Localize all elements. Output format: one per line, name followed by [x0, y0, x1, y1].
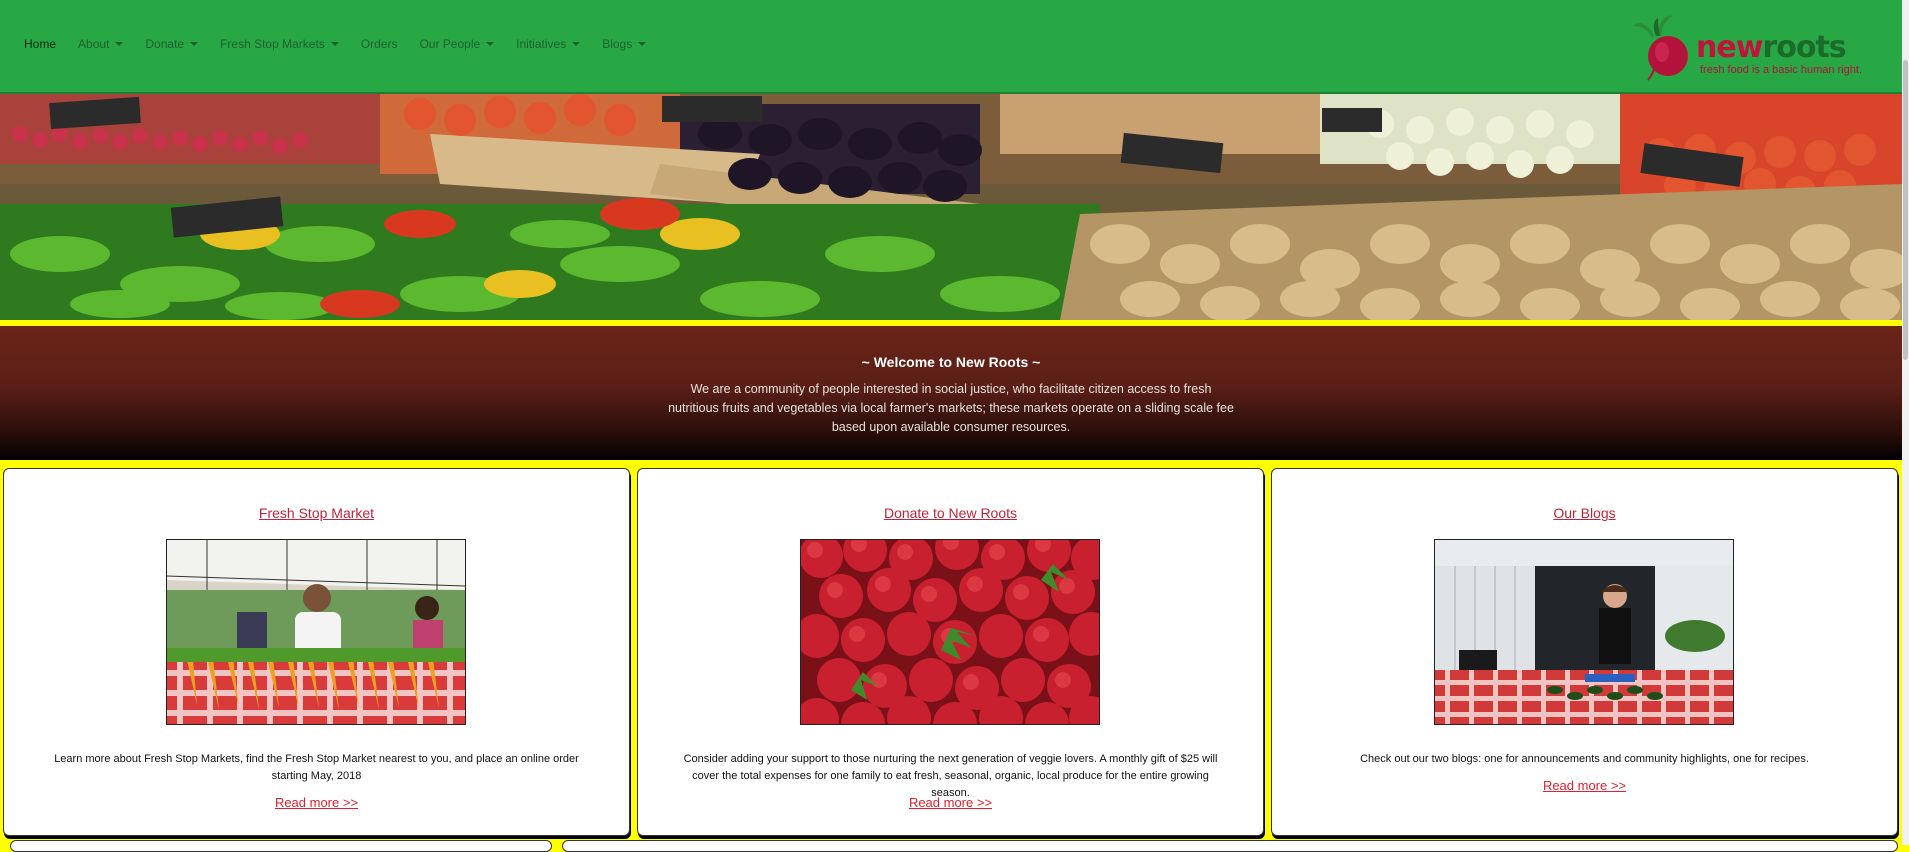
card-fresh-stop-market: Fresh Stop Market Learn more about Fresh… — [3, 468, 630, 836]
logo-tagline: fresh food is a basic human right. — [1700, 64, 1863, 76]
top-navbar: Home About Donate Fresh Stop Markets Ord… — [0, 0, 1909, 94]
nav-label: Fresh Stop Markets — [220, 37, 325, 51]
card-our-blogs: Our Blogs Check out our two blogs: one f… — [1271, 468, 1898, 836]
strawberries-photo — [800, 539, 1100, 725]
dropdown-caret-icon — [115, 42, 124, 46]
nav-label: About — [78, 37, 110, 51]
dropdown-caret-icon — [572, 42, 581, 46]
nav-label: Home — [24, 37, 57, 51]
nav-item-about[interactable]: About — [78, 37, 124, 51]
read-more-link[interactable]: Read more >> — [4, 795, 629, 810]
nav-menu: Home About Donate Fresh Stop Markets Ord… — [24, 37, 668, 51]
nav-label: Blogs — [602, 37, 633, 51]
logo-wordmark: newroots — [1696, 30, 1847, 65]
welcome-section: ~ Welcome to New Roots ~ We are a commun… — [0, 326, 1902, 460]
scrollbar-thumb[interactable] — [1903, 60, 1908, 360]
dropdown-caret-icon — [638, 42, 647, 46]
dropdown-caret-icon — [330, 42, 339, 46]
dropdown-caret-icon — [190, 42, 199, 46]
read-more-link[interactable]: Read more >> — [638, 795, 1263, 810]
welcome-text: We are a community of people interested … — [668, 382, 1234, 434]
card-title-link[interactable]: Fresh Stop Market — [4, 505, 629, 521]
nav-item-donate[interactable]: Donate — [145, 37, 199, 51]
card-title-link[interactable]: Our Blogs — [1272, 505, 1897, 521]
card-title-link[interactable]: Donate to New Roots — [638, 505, 1263, 521]
logo-word-new: new — [1696, 30, 1763, 65]
nav-label: Orders — [360, 37, 398, 51]
page-scrollbar[interactable] — [1902, 0, 1909, 845]
next-card-peek — [10, 840, 552, 852]
nav-item-orders[interactable]: Orders — [361, 37, 398, 51]
nav-item-initiatives[interactable]: Initiatives — [516, 37, 581, 51]
nav-item-fresh-stop-markets[interactable]: Fresh Stop Markets — [220, 37, 339, 51]
card-description: Check out our two blogs: one for announc… — [1360, 753, 1809, 765]
produce-photo — [0, 94, 1902, 320]
market-photo — [166, 539, 466, 725]
nav-item-our-people[interactable]: Our People — [419, 37, 495, 51]
nav-item-blogs[interactable]: Blogs — [602, 37, 647, 51]
logo-word-roots: roots — [1762, 30, 1846, 65]
nav-label: Donate — [145, 37, 185, 51]
next-card-peek — [562, 840, 1898, 852]
welcome-title: ~ Welcome to New Roots ~ — [861, 354, 1041, 370]
read-more-link[interactable]: Read more >> — [1272, 778, 1897, 793]
card-description: Learn more about Fresh Stop Markets, fin… — [54, 753, 579, 782]
dropdown-caret-icon — [486, 42, 495, 46]
nav-item-home[interactable]: Home — [24, 37, 56, 51]
blog-chef-photo — [1434, 539, 1734, 725]
hero-produce-image — [0, 94, 1902, 320]
nav-label: Initiatives — [516, 37, 567, 51]
card-donate: Donate to New Roots Consider adding your… — [637, 468, 1264, 836]
beet-logo-icon — [1634, 15, 1688, 81]
nav-label: Our People — [419, 37, 481, 51]
new-roots-logo[interactable]: newroots fresh food is a basic human rig… — [1632, 12, 1872, 82]
